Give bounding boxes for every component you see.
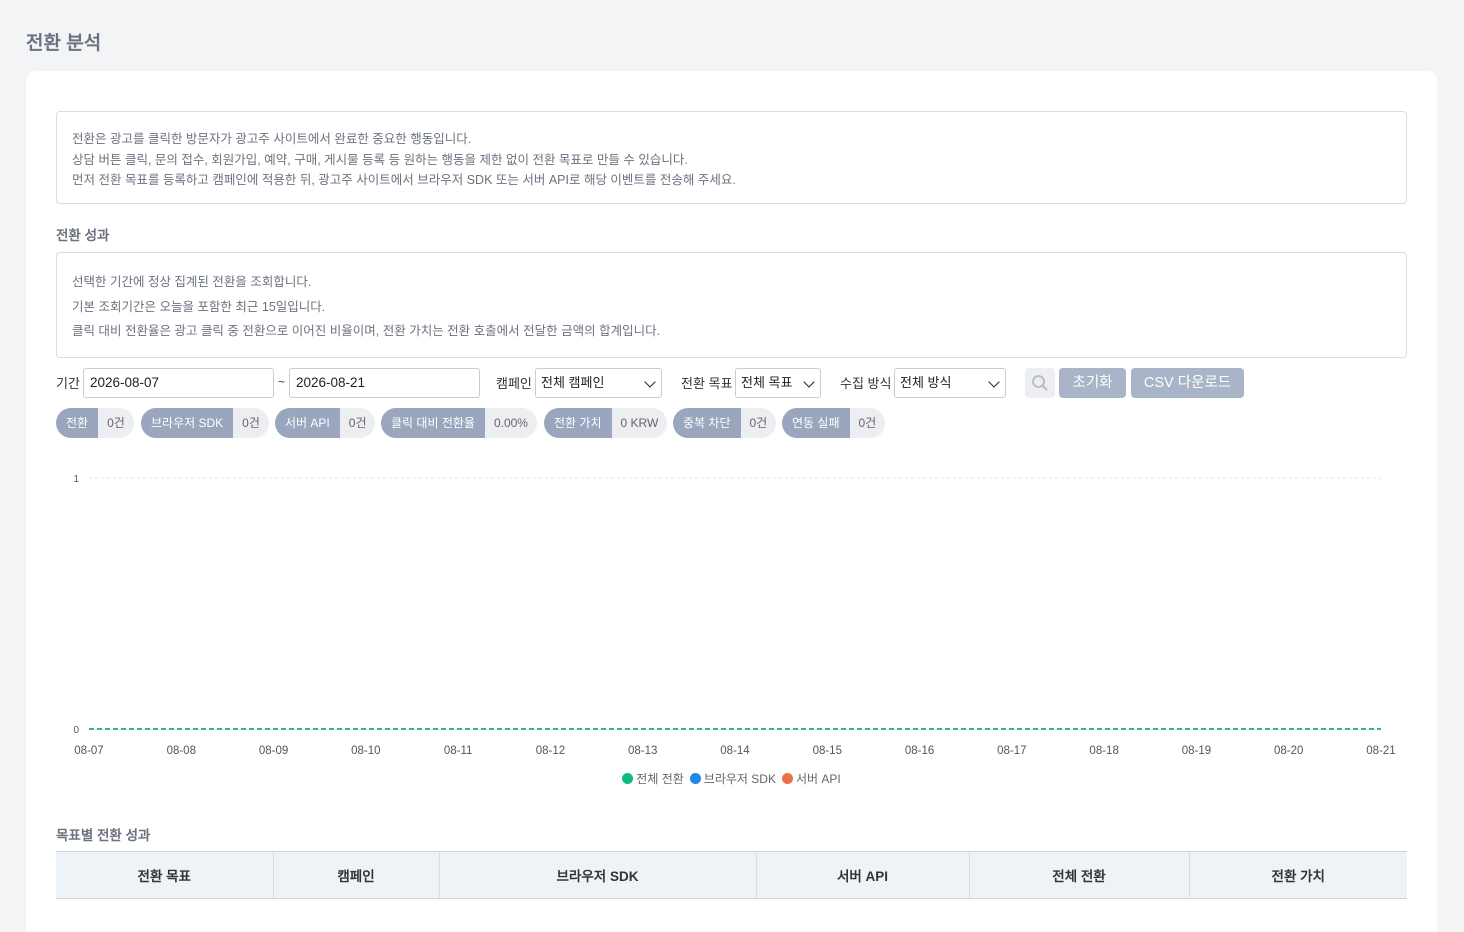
start-date-input[interactable]: 2026-08-07 [83, 368, 274, 398]
x-tick-label: 08-10 [351, 745, 380, 757]
chevron-down-icon [644, 376, 656, 388]
stat-label: 클릭 대비 전환율 [381, 408, 485, 438]
x-tick-label: 08-15 [813, 745, 842, 757]
chevron-down-icon [988, 376, 1000, 388]
x-tick-label: 08-12 [536, 745, 565, 757]
x-tick-label: 08-14 [720, 745, 750, 757]
x-tick-label: 08-07 [74, 745, 103, 757]
legend-dot-icon [781, 773, 793, 784]
stat-chip-conversion-rate: 클릭 대비 전환율 0.00% [381, 408, 537, 438]
stat-value: 0.00% [484, 408, 537, 438]
y-tick-label: 0 [73, 725, 79, 736]
stat-label: 전환 [56, 408, 99, 438]
x-tick-label: 08-20 [1274, 745, 1303, 757]
campaign-select[interactable]: 전체 캠페인 [535, 368, 662, 398]
stat-value: 0 KRW [611, 408, 668, 438]
column-header[interactable]: 전환 목표 [56, 851, 273, 899]
stat-chip-browser-sdk: 브라우저 SDK 0건 [141, 408, 269, 438]
legend-dot-icon [622, 773, 634, 784]
stat-chip-conversion-value: 전환 가치 0 KRW [544, 408, 668, 438]
stat-value: 0건 [233, 408, 269, 438]
x-tick-label: 08-18 [1089, 745, 1118, 757]
csv-download-button[interactable]: CSV 다운로드 [1131, 368, 1244, 398]
note-line: 기본 조회기간은 오늘을 포함한 최근 15일입니다. [72, 299, 326, 314]
stat-value: 0건 [98, 408, 134, 438]
method-select-value: 전체 방식 [900, 375, 952, 390]
method-select[interactable]: 전체 방식 [894, 368, 1006, 398]
column-header[interactable]: 전환 가치 [1188, 851, 1407, 899]
goal-table-title: 목표별 전환 성과 [56, 828, 151, 843]
page-title: 전환 분석 [26, 33, 102, 54]
column-header[interactable]: 캠페인 [272, 851, 439, 899]
intro-box: 전환은 광고를 클릭한 방문자가 광고주 사이트에서 완료한 중요한 행동입니다… [56, 111, 1407, 204]
goal-label: 전환 목표 [681, 376, 733, 391]
performance-section-title: 전환 성과 [56, 228, 110, 243]
stat-label: 브라우저 SDK [141, 408, 234, 438]
reset-button[interactable]: 초기화 [1059, 368, 1126, 398]
legend-item[interactable]: 전체 전환 [622, 772, 684, 786]
date-separator: ~ [278, 375, 286, 389]
search-icon [1032, 375, 1048, 391]
x-tick-label: 08-17 [997, 745, 1026, 757]
stat-value: 0건 [849, 408, 886, 438]
column-header[interactable]: 서버 API [755, 851, 969, 899]
intro-line: 전환은 광고를 클릭한 방문자가 광고주 사이트에서 완료한 중요한 행동입니다… [72, 132, 472, 146]
goal-select-value: 전체 목표 [741, 375, 793, 390]
table-header-row: 전환 목표 캠페인 브라우저 SDK 서버 API 전체 전환 전환 가치 [56, 851, 1407, 899]
legend-item[interactable]: 서버 API [781, 772, 841, 786]
column-header[interactable]: 전체 전환 [968, 851, 1189, 899]
stat-value: 0건 [740, 408, 777, 438]
content-card: 전환은 광고를 클릭한 방문자가 광고주 사이트에서 완료한 중요한 행동입니다… [26, 71, 1437, 932]
x-tick-label: 08-08 [167, 745, 196, 757]
chevron-down-icon [803, 376, 815, 388]
y-tick-label: 1 [73, 474, 79, 485]
x-tick-label: 08-16 [905, 745, 934, 757]
legend-dot-icon [689, 773, 701, 784]
stat-value: 0건 [339, 408, 376, 438]
legend-item[interactable]: 브라우저 SDK [689, 772, 776, 786]
method-label: 수집 방식 [840, 376, 892, 391]
goal-table: 전환 목표 캠페인 브라우저 SDK 서버 API 전체 전환 전환 가치 [56, 851, 1407, 899]
stat-label: 중복 차단 [673, 408, 741, 438]
x-tick-label: 08-19 [1182, 745, 1211, 757]
period-label: 기간 [56, 376, 80, 391]
stat-chip-conversions: 전환 0건 [56, 408, 134, 438]
x-tick-label: 08-21 [1366, 745, 1395, 757]
note-line: 클릭 대비 전환율은 광고 클릭 중 전환으로 이어진 비율이며, 전환 가치는… [72, 324, 661, 338]
search-button[interactable] [1025, 368, 1055, 398]
end-date-input[interactable]: 2026-08-21 [289, 368, 480, 398]
column-header[interactable]: 브라우저 SDK [438, 851, 756, 899]
legend-label: 서버 API [795, 772, 841, 786]
chart-legend: 전체 전환 브라우저 SDK 서버 API [26, 770, 1437, 787]
stat-label: 전환 가치 [544, 408, 612, 438]
intro-line: 먼저 전환 목표를 등록하고 캠페인에 적용한 뒤, 광고주 사이트에서 브라우… [72, 173, 736, 187]
legend-label: 전체 전환 [636, 772, 684, 786]
intro-line: 상담 버튼 클릭, 문의 접수, 회원가입, 예약, 구매, 게시물 등록 등 … [72, 152, 688, 167]
stat-chip-integration-failures: 연동 실패 0건 [782, 408, 886, 438]
note-line: 선택한 기간에 정상 집계된 전환을 조회합니다. [72, 275, 312, 289]
conversion-line-chart: 0 1 08-07 08-08 08-09 08-10 08-11 08-12 08-13 08-… [73, 474, 1395, 757]
campaign-select-value: 전체 캠페인 [541, 375, 605, 390]
x-tick-label: 08-09 [259, 745, 288, 757]
stat-chip-server-api: 서버 API 0건 [275, 408, 376, 438]
x-tick-label: 08-13 [628, 745, 657, 757]
x-tick-label: 08-11 [444, 745, 473, 757]
stat-chip-duplicates-blocked: 중복 차단 0건 [673, 408, 777, 438]
goal-select[interactable]: 전체 목표 [735, 368, 821, 398]
performance-notes-box: 선택한 기간에 정상 집계된 전환을 조회합니다. 기본 조회기간은 오늘을 포… [56, 252, 1407, 358]
stat-label: 서버 API [275, 408, 340, 438]
campaign-label: 캠페인 [496, 376, 532, 391]
stat-label: 연동 실패 [782, 408, 850, 438]
legend-label: 브라우저 SDK [703, 772, 776, 786]
